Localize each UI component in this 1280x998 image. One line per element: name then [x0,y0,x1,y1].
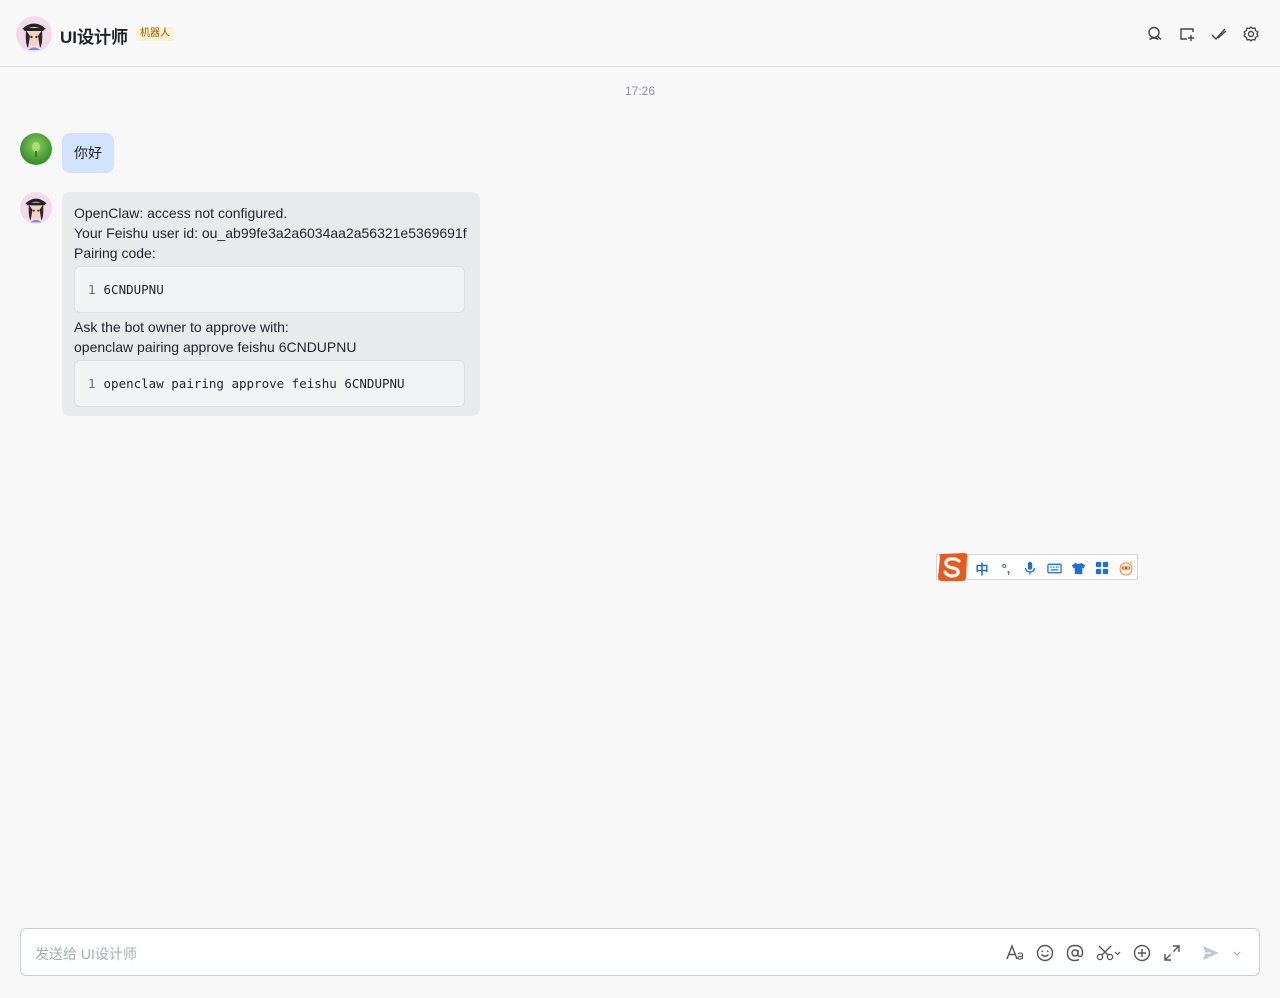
code-text: 6CNDUPNU [103,282,164,297]
sogou-logo-icon[interactable] [936,551,970,583]
user-avatar[interactable] [20,133,52,165]
toolbox-grid-icon[interactable] [1093,559,1111,577]
bot-message-line: openclaw pairing approve feishu 6CNDUPNU [74,339,357,355]
chat-header: UI设计师 机器人 [0,0,1280,67]
code-block-pairing-code[interactable]: 1 6CNDUPNU [74,266,465,313]
search-icon[interactable] [1146,25,1164,43]
settings-gear-icon[interactable] [1242,25,1260,43]
message-timestamp: 17:26 [624,84,656,98]
dropdown-chevron-icon[interactable] [1231,943,1243,963]
add-tab-icon[interactable] [1178,25,1196,43]
message-composer[interactable] [20,928,1260,976]
mention-icon[interactable] [1065,943,1085,963]
ime-punctuation-toggle[interactable]: °, [997,559,1015,577]
keyboard-icon[interactable] [1045,559,1063,577]
code-line-number: 1 [88,282,96,297]
message-input[interactable] [33,942,937,966]
text-format-icon[interactable] [1005,943,1025,963]
chat-title: UI设计师 [60,28,128,47]
ime-toolbar[interactable]: 中 °, [936,551,1138,583]
microphone-icon[interactable] [1021,559,1039,577]
ime-chinese-mode[interactable]: 中 [973,559,991,577]
bot-badge: 机器人 [136,27,174,41]
code-text: openclaw pairing approve feishu 6CNDUPNU [103,376,405,391]
plus-circle-icon[interactable] [1132,943,1152,963]
code-block-approve-command[interactable]: 1 openclaw pairing approve feishu 6CNDUPN… [74,360,465,407]
tasks-check-icon[interactable] [1210,25,1228,43]
bot-message-line: Pairing code: [74,245,156,261]
code-line-number: 1 [88,376,96,391]
bot-message-line: Ask the bot owner to approve with: [74,319,289,335]
emoji-icon[interactable] [1035,943,1055,963]
skin-shirt-icon[interactable] [1069,559,1087,577]
send-icon[interactable] [1201,943,1221,963]
bot-avatar-header[interactable] [16,16,52,52]
screenshot-scissors-icon[interactable] [1095,943,1123,963]
expand-icon[interactable] [1162,943,1182,963]
bot-message-line: OpenClaw: access not configured. [74,205,288,221]
mascot-icon[interactable] [1117,559,1135,577]
bot-avatar[interactable] [20,192,52,224]
bot-message-bubble[interactable]: OpenClaw: access not configured. Your Fe… [62,192,480,416]
user-message-bubble[interactable]: 你好 [62,133,114,173]
bot-message-line: Your Feishu user id: ou_ab99fe3a2a6034aa… [74,225,467,241]
